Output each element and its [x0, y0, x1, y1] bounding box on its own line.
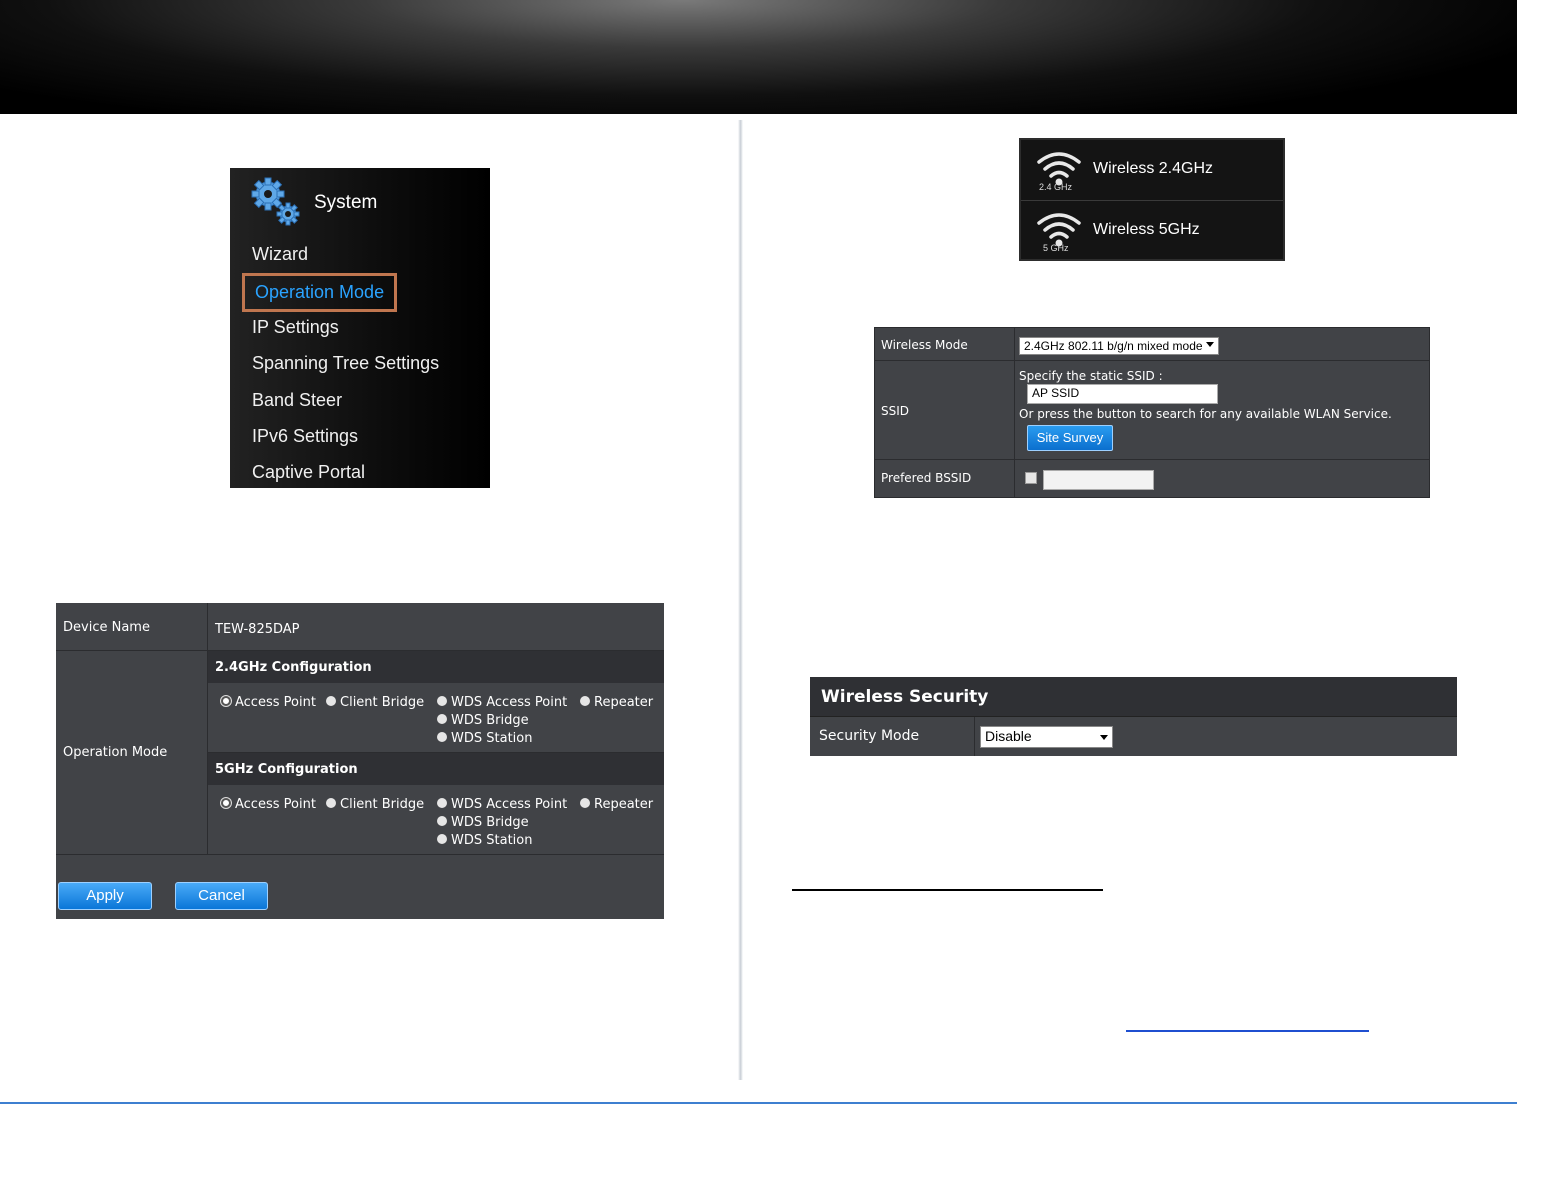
wireless-menu-label: Wireless 2.4GHz	[1093, 160, 1214, 177]
security-mode-select[interactable]: Disable	[980, 726, 1113, 748]
ssid-label: SSID	[881, 404, 910, 418]
wireless-security-title: Wireless Security	[810, 677, 1457, 717]
ssid-search-hint: Or press the button to search for any av…	[1019, 407, 1392, 421]
chevron-down-icon	[1100, 735, 1108, 740]
radio-24-wds-access-point[interactable]: WDS Access Point	[437, 695, 567, 710]
radio-icon	[437, 732, 447, 742]
column-separator	[1014, 328, 1015, 497]
radio-5-wds-access-point[interactable]: WDS Access Point	[437, 797, 567, 812]
wireless-mode-label: Wireless Mode	[881, 338, 968, 352]
bssid-input[interactable]	[1043, 470, 1154, 490]
radio-icon	[437, 714, 447, 724]
radio-icon	[437, 816, 447, 826]
system-menu: System Wizard Operation Mode IP Settings…	[230, 168, 490, 488]
menu-item-operation-mode[interactable]: Operation Mode	[242, 273, 398, 312]
menu-item-ip-settings[interactable]: IP Settings	[252, 317, 339, 338]
radio-5-wds-station[interactable]: WDS Station	[437, 833, 532, 848]
row-separator	[875, 360, 1429, 361]
radio-icon	[437, 834, 447, 844]
bssid-checkbox[interactable]	[1025, 472, 1037, 484]
radio-icon	[437, 798, 447, 808]
wireless-menu-label: Wireless 5GHz	[1093, 221, 1200, 238]
radio-5-wds-bridge[interactable]: WDS Bridge	[437, 815, 529, 830]
wireless-menu: 2.4 GHz Wireless 2.4GHz 5 GHz Wireless 5…	[1019, 138, 1285, 261]
radio-selected-icon	[221, 696, 231, 706]
wireless-security-panel: Wireless Security Security Mode Disable	[810, 677, 1457, 756]
chevron-down-icon	[1206, 342, 1214, 347]
link-underline[interactable]	[1126, 1030, 1369, 1032]
radio-24-client-bridge[interactable]: Client Bridge	[326, 695, 424, 710]
radio-icon	[437, 696, 447, 706]
manual-page: System Wizard Operation Mode IP Settings…	[0, 0, 1548, 1200]
radio-icon	[580, 798, 590, 808]
wireless-menu-item-5[interactable]: 5 GHz Wireless 5GHz	[1021, 200, 1283, 260]
heading-underline	[792, 889, 1103, 891]
gear-icon	[251, 177, 300, 226]
wireless-settings-table: Wireless Mode 2.4GHz 802.11 b/g/n mixed …	[874, 327, 1430, 498]
system-menu-title: System	[314, 192, 378, 213]
radio-icon	[326, 696, 336, 706]
menu-item-spanning-tree[interactable]: Spanning Tree Settings	[252, 353, 439, 374]
column-separator	[974, 717, 975, 756]
operation-mode-label: Operation Mode	[63, 745, 168, 760]
radio-5-access-point[interactable]: Access Point	[221, 797, 316, 812]
radio-icon	[326, 798, 336, 808]
footer-rule	[0, 1102, 1517, 1104]
radio-24-repeater[interactable]: Repeater	[580, 695, 653, 710]
device-name-label: Device Name	[63, 620, 150, 635]
ssid-input[interactable]: AP SSID	[1027, 384, 1218, 404]
ssid-hint: Specify the static SSID :	[1019, 369, 1163, 383]
wireless-band-label: 2.4 GHz	[1039, 182, 1073, 192]
row-separator	[875, 459, 1429, 460]
column-divider	[738, 120, 743, 1080]
menu-item-ipv6-settings[interactable]: IPv6 Settings	[252, 426, 358, 447]
radio-icon	[580, 696, 590, 706]
menu-item-captive-portal[interactable]: Captive Portal	[252, 462, 365, 483]
radio-24-access-point[interactable]: Access Point	[221, 695, 316, 710]
bssid-label: Prefered BSSID	[881, 471, 972, 485]
wireless-menu-item-24[interactable]: 2.4 GHz Wireless 2.4GHz	[1021, 140, 1283, 200]
site-survey-button[interactable]: Site Survey	[1027, 425, 1113, 451]
wireless-band-label: 5 GHz	[1043, 243, 1069, 253]
system-menu-header: System	[248, 174, 478, 230]
radio-selected-icon	[221, 798, 231, 808]
band-5-header: 5GHz Configuration	[208, 753, 664, 785]
column-separator	[207, 603, 208, 854]
radio-5-client-bridge[interactable]: Client Bridge	[326, 797, 424, 812]
row-separator	[56, 854, 664, 855]
device-name-value: TEW-825DAP	[215, 622, 300, 637]
cancel-button[interactable]: Cancel	[175, 882, 268, 910]
radio-5-repeater[interactable]: Repeater	[580, 797, 653, 812]
menu-item-band-steer[interactable]: Band Steer	[252, 390, 342, 411]
apply-button[interactable]: Apply	[58, 882, 152, 910]
wireless-mode-select[interactable]: 2.4GHz 802.11 b/g/n mixed mode	[1019, 337, 1219, 355]
operation-mode-form: Device Name TEW-825DAP Operation Mode 2.…	[56, 603, 664, 919]
menu-item-wizard[interactable]: Wizard	[252, 244, 308, 265]
radio-24-wds-bridge[interactable]: WDS Bridge	[437, 713, 529, 728]
security-mode-label: Security Mode	[819, 728, 920, 744]
top-banner	[0, 0, 1517, 114]
band-24-header: 2.4GHz Configuration	[208, 651, 664, 683]
radio-24-wds-station[interactable]: WDS Station	[437, 731, 532, 746]
